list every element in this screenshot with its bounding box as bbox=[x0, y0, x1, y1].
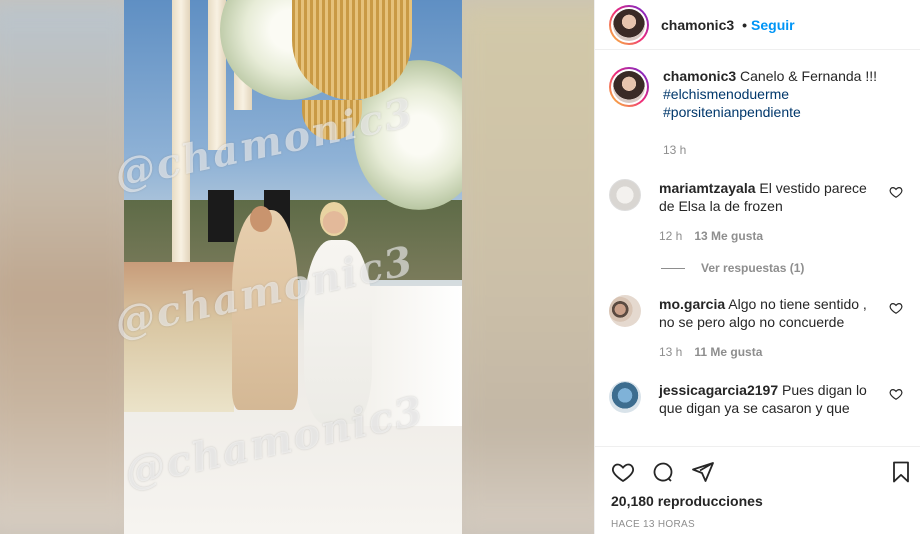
commenter-username[interactable]: jessicagarcia2197 bbox=[659, 382, 778, 398]
comment-list[interactable]: chamonic3 Canelo & Fernanda !!! #elchism… bbox=[595, 51, 920, 446]
caption-time[interactable]: 13 h bbox=[663, 141, 686, 159]
hashtag-link[interactable]: #porsitenianpendiente bbox=[663, 103, 907, 121]
separator-dot: • bbox=[742, 16, 748, 33]
commenter-avatar[interactable] bbox=[609, 179, 641, 211]
heart-icon[interactable] bbox=[611, 460, 635, 484]
caption-username[interactable]: chamonic3 bbox=[663, 68, 736, 84]
post-media[interactable]: @chamonic3 @chamonic3 @chamonic3 bbox=[0, 0, 594, 534]
follow-button[interactable]: Seguir bbox=[751, 17, 795, 33]
blurred-background-right bbox=[452, 0, 594, 534]
commenter-username[interactable]: mariamtzayala bbox=[659, 180, 756, 196]
view-count[interactable]: 20,180 reproducciones bbox=[611, 493, 763, 509]
caption: chamonic3 Canelo & Fernanda !!! #elchism… bbox=[609, 67, 907, 159]
comment-likes[interactable]: 13 Me gusta bbox=[694, 227, 763, 245]
view-replies-button[interactable]: Ver respuestas (1) bbox=[661, 261, 907, 275]
comment-icon[interactable] bbox=[651, 460, 675, 484]
comment-likes[interactable]: 11 Me gusta bbox=[694, 343, 762, 361]
comment-time[interactable]: 12 h bbox=[659, 227, 682, 245]
caption-avatar[interactable] bbox=[609, 67, 649, 107]
like-comment-heart-icon[interactable] bbox=[889, 301, 903, 315]
like-comment-heart-icon[interactable] bbox=[889, 387, 903, 401]
view-replies-label: Ver respuestas (1) bbox=[701, 261, 805, 275]
post-timestamp[interactable]: HACE 13 HORAS bbox=[611, 519, 695, 530]
commenter-avatar[interactable] bbox=[609, 295, 641, 327]
caption-text: Canelo & Fernanda !!! bbox=[740, 68, 878, 84]
author-username[interactable]: chamonic3 bbox=[661, 17, 734, 33]
commenter-avatar[interactable] bbox=[609, 381, 641, 413]
blurred-background-left bbox=[0, 0, 140, 534]
comment-time[interactable]: 13 h bbox=[659, 343, 682, 361]
like-comment-heart-icon[interactable] bbox=[889, 185, 903, 199]
commenter-username[interactable]: mo.garcia bbox=[659, 296, 725, 312]
comment-item: jessicagarcia2197 Pues digan lo que diga… bbox=[609, 381, 907, 417]
comment-item: mo.garcia Algo no tiene sentido , no se … bbox=[609, 295, 907, 361]
bookmark-icon[interactable] bbox=[889, 460, 913, 484]
author-avatar[interactable] bbox=[609, 4, 649, 45]
post-header: chamonic3 • Seguir bbox=[595, 0, 920, 50]
hashtag-link[interactable]: #elchismenoduerme bbox=[663, 85, 907, 103]
comment-item: mariamtzayala El vestido parece de Elsa … bbox=[609, 179, 907, 245]
post-panel: chamonic3 • Seguir chamonic3 Canelo & Fe… bbox=[594, 0, 920, 534]
share-icon[interactable] bbox=[691, 460, 715, 484]
post-actions: 20,180 reproducciones HACE 13 HORAS bbox=[595, 446, 920, 534]
